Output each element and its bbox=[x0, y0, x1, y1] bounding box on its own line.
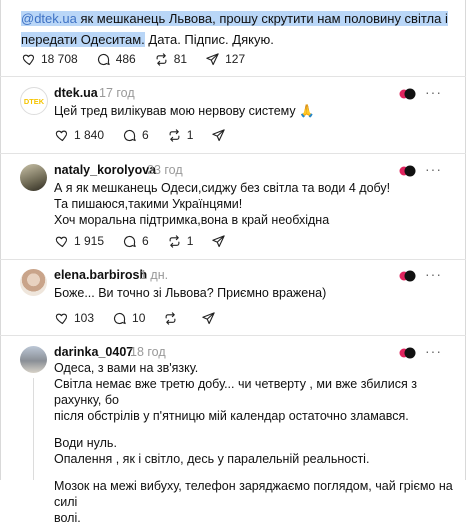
reaction-badge-icon bbox=[399, 347, 416, 359]
reply-line: Хоч моральна підтримка,вона в край необх… bbox=[54, 213, 330, 227]
repost-icon bbox=[169, 234, 180, 248]
more-icon[interactable]: ··· bbox=[425, 84, 442, 100]
share-count: 127 bbox=[225, 51, 246, 66]
more-icon[interactable]: ··· bbox=[425, 266, 442, 282]
reply-line: Опалення , як і світло, десь у паралельн… bbox=[54, 452, 370, 466]
avatar[interactable]: DTEK bbox=[20, 87, 48, 115]
comment-button[interactable]: 486 bbox=[96, 52, 136, 67]
reaction-badge-icon bbox=[399, 88, 416, 100]
heart-icon bbox=[55, 313, 68, 324]
repost-icon bbox=[156, 52, 167, 66]
heart-icon bbox=[22, 54, 35, 65]
comment-button[interactable]: 6 bbox=[122, 234, 149, 249]
share-icon bbox=[202, 311, 216, 324]
reply-line: після обстрілів у п'ятницю мій календар … bbox=[54, 409, 409, 423]
repost-icon bbox=[169, 128, 180, 142]
repost-count: 1 bbox=[186, 127, 194, 142]
share-button[interactable] bbox=[201, 311, 221, 326]
reply-line: Та пишаюся,такими Українцями! bbox=[54, 197, 243, 211]
reply-text: Боже... Ви точно зі Львова? Приємно враж… bbox=[54, 285, 454, 301]
reply-username[interactable]: darinka_0407 bbox=[54, 345, 133, 359]
reply-time: 18 год bbox=[130, 345, 166, 359]
share-button[interactable] bbox=[211, 234, 231, 249]
reaction-badge-icon bbox=[399, 165, 416, 177]
like-count: 1 915 bbox=[74, 233, 105, 248]
reply-time: 17 год bbox=[99, 86, 135, 100]
share-button[interactable]: 127 bbox=[205, 52, 245, 67]
reply-line: Мозок на межі вибуху, телефон заряджаємо… bbox=[54, 479, 453, 509]
comment-icon bbox=[123, 129, 136, 141]
comment-icon bbox=[113, 312, 126, 324]
repost-button[interactable]: 81 bbox=[154, 52, 187, 67]
avatar[interactable] bbox=[20, 269, 47, 296]
reply-line: Одеса, з вами на зв'язку. bbox=[54, 361, 199, 375]
post-actions: 18 708 486 81 127 bbox=[21, 51, 263, 67]
reply-line: Боже... Ви точно зі Львова? Приємно враж… bbox=[54, 286, 327, 300]
reply-line: А я як мешканець Одеси,сиджу без світла … bbox=[54, 181, 391, 195]
post-text: @dtek.ua як мешканець Львова, прошу скру… bbox=[21, 8, 451, 50]
post-text-rest: Дата. Підпис. Дякую. bbox=[144, 32, 274, 47]
repost-count: 1 bbox=[186, 233, 194, 248]
dtek-logo-icon: DTEK bbox=[24, 97, 45, 106]
divider bbox=[0, 153, 466, 154]
like-button[interactable]: 1 840 bbox=[54, 128, 104, 143]
repost-button[interactable] bbox=[163, 311, 183, 326]
avatar[interactable] bbox=[20, 346, 47, 373]
comment-button[interactable]: 10 bbox=[112, 311, 145, 326]
share-button[interactable] bbox=[211, 128, 231, 143]
reply-text: Цей тред вилікував мою нервову систему 🙏 bbox=[54, 103, 454, 119]
post-mention-link[interactable]: @dtek.ua bbox=[21, 11, 77, 26]
svg-text:DTEK: DTEK bbox=[24, 97, 45, 106]
share-icon bbox=[206, 52, 219, 65]
reply-username[interactable]: nataly_korolyova bbox=[54, 163, 156, 177]
comment-count: 6 bbox=[142, 233, 149, 248]
like-button[interactable]: 103 bbox=[54, 311, 94, 326]
reply-username[interactable]: elena.barbirosh bbox=[54, 268, 147, 282]
thread-line bbox=[33, 378, 34, 480]
like-button[interactable]: 18 708 bbox=[21, 52, 78, 67]
share-icon bbox=[212, 234, 226, 247]
reply-line: Води нуль. bbox=[54, 436, 117, 450]
heart-icon bbox=[55, 236, 68, 247]
repost-icon bbox=[165, 311, 176, 325]
divider bbox=[0, 259, 466, 260]
frame-left-border bbox=[0, 0, 1, 480]
divider bbox=[0, 76, 466, 77]
reply-time: 1 дн. bbox=[140, 268, 169, 282]
like-count: 18 708 bbox=[41, 51, 78, 66]
reply-text: А я як мешканець Одеси,сиджу без світла … bbox=[54, 180, 454, 228]
like-button[interactable]: 1 915 bbox=[54, 234, 104, 249]
repost-count: 81 bbox=[173, 51, 188, 66]
comment-icon bbox=[97, 53, 110, 65]
reply-line: Цей тред вилікував мою нервову систему 🙏 bbox=[54, 104, 315, 118]
repost-button[interactable]: 1 bbox=[167, 233, 194, 249]
reply-text: Одеса, з вами на зв'язку. Світла немає в… bbox=[54, 360, 454, 526]
comment-count: 6 bbox=[142, 127, 149, 142]
reply-actions: 103 10 bbox=[54, 310, 239, 326]
share-icon bbox=[212, 128, 226, 141]
reaction-badge-icon bbox=[399, 270, 416, 282]
reply-time: 23 год bbox=[147, 163, 183, 177]
comment-count: 486 bbox=[115, 51, 136, 66]
comment-count: 10 bbox=[132, 310, 146, 325]
avatar[interactable] bbox=[20, 164, 47, 191]
reply-line: Світла немає вже третю добу... чи четвер… bbox=[54, 377, 417, 407]
reply-username[interactable]: dtek.ua bbox=[54, 86, 98, 100]
comment-button[interactable]: 6 bbox=[122, 128, 149, 143]
like-count: 103 bbox=[74, 310, 95, 325]
heart-icon bbox=[55, 130, 68, 141]
reply-line: волі. bbox=[54, 511, 81, 525]
reply-actions: 1 840 6 1 bbox=[54, 127, 249, 143]
reply-actions: 1 915 6 1 bbox=[54, 233, 249, 249]
comment-icon bbox=[123, 235, 136, 247]
repost-button[interactable]: 1 bbox=[167, 127, 194, 143]
more-icon[interactable]: ··· bbox=[425, 343, 442, 359]
more-icon[interactable]: ··· bbox=[425, 161, 442, 177]
divider bbox=[0, 335, 466, 336]
like-count: 1 840 bbox=[74, 127, 105, 142]
